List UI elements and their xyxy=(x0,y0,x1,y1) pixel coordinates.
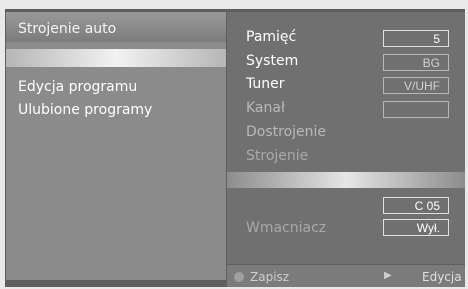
channel-indicator-box: C 05 xyxy=(383,197,449,214)
label-memory: Pamięć xyxy=(246,29,297,45)
footer-edit-text: Edycja xyxy=(422,270,462,284)
label-system: System xyxy=(246,53,299,69)
label-amplifier: Wmacniacz xyxy=(246,220,327,236)
label-fine-tuning[interactable]: Dostrojenie xyxy=(246,124,326,140)
right-arrow-icon: ▶ xyxy=(384,270,392,281)
label-tuner: Tuner xyxy=(246,76,285,92)
memory-value-box[interactable]: 5 xyxy=(383,30,449,47)
label-tuning[interactable]: Strojenie xyxy=(246,148,308,164)
left-menu-divider-bar xyxy=(6,49,226,67)
footer-left-text: Zapisz xyxy=(250,270,290,284)
amplifier-value-box[interactable]: Wył. xyxy=(383,219,449,236)
left-menu-item-auto-tuning[interactable]: Strojenie auto xyxy=(18,21,116,37)
channel-value-box[interactable] xyxy=(383,101,449,118)
tuner-value-box[interactable]: V/UHF xyxy=(383,77,449,94)
left-menu-item-favorites[interactable]: Ulubione programy xyxy=(18,102,152,118)
right-panel-divider-bar xyxy=(227,172,465,188)
left-menu-item-program-edit[interactable]: Edycja programu xyxy=(18,79,137,95)
label-channel: Kanał xyxy=(246,100,285,116)
system-value-box[interactable]: BG xyxy=(383,54,449,71)
red-button-icon xyxy=(234,272,244,282)
